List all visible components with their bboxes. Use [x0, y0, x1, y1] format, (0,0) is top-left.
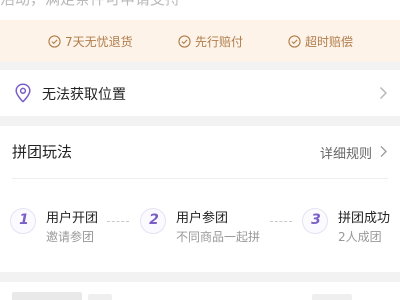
product-detail-page: 活动，满足条件可申请支持 7天无忧退货 先行赔付 超时赔偿: [0, 0, 400, 300]
step-number-badge: 2: [140, 208, 166, 234]
step-title: 拼团成功: [338, 211, 391, 226]
step-number: 3: [311, 212, 321, 228]
cut-off-text-placeholder: [88, 294, 112, 300]
cut-off-heading-placeholder: [12, 292, 82, 300]
step-connector: [107, 221, 129, 222]
check-circle-icon: [178, 34, 191, 48]
detailed-rules-link[interactable]: 详细规则: [320, 143, 372, 162]
step-title: 用户参团: [176, 211, 229, 226]
guarantee-return: 7天无忧退货: [48, 20, 133, 62]
step-number: 2: [149, 212, 159, 228]
guarantee-timeout: 超时赔偿: [288, 20, 353, 62]
section-divider: [12, 178, 388, 179]
step-number: 1: [19, 212, 29, 228]
guarantee-label: 超时赔偿: [305, 34, 354, 49]
group-buy-title: 拼团玩法: [12, 143, 73, 161]
group-buy-section: 拼团玩法 详细规则: [0, 126, 400, 272]
step-connector: [270, 221, 292, 222]
step-title: 用户开团: [46, 211, 99, 226]
top-cut-text: 活动，满足条件可申请支持: [0, 0, 180, 9]
location-row[interactable]: 无法获取位置: [0, 70, 400, 116]
step-number-badge: 1: [10, 208, 36, 234]
chevron-right-icon: [380, 87, 387, 99]
step-subtitle: 不同商品一起拼: [176, 230, 261, 244]
check-circle-icon: [288, 34, 301, 48]
guarantee-compensation-first: 先行赔付: [178, 20, 243, 62]
step-number-badge: 3: [302, 208, 328, 234]
step-subtitle: 邀请参团: [46, 230, 95, 244]
location-pin-icon: [15, 83, 31, 103]
location-label: 无法获取位置: [42, 87, 126, 103]
chevron-right-icon[interactable]: [379, 145, 388, 158]
service-guarantee-bar[interactable]: 7天无忧退货 先行赔付 超时赔偿: [0, 20, 400, 62]
step-subtitle: 2人成团: [338, 230, 382, 244]
guarantee-label: 7天无忧退货: [65, 34, 133, 49]
top-cut-section: 活动，满足条件可申请支持: [0, 0, 400, 20]
bottom-cut-section: [0, 282, 400, 300]
guarantee-label: 先行赔付: [195, 34, 244, 49]
check-circle-icon: [48, 34, 61, 48]
cut-off-text-placeholder: [312, 294, 352, 300]
